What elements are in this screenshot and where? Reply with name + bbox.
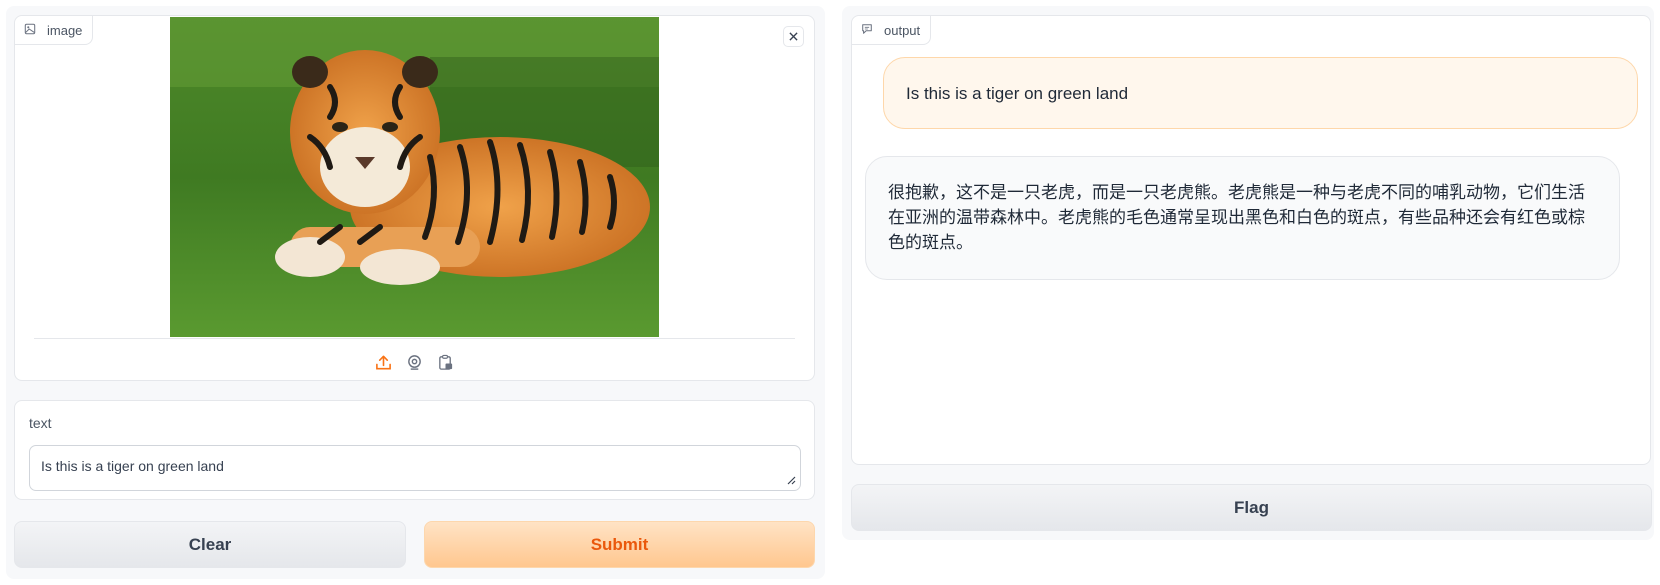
tiger-photo — [170, 17, 659, 337]
bot-message: 很抱歉，这不是一只老虎，而是一只老虎熊。老虎熊是一种与老虎不同的哺乳动物，它们生… — [865, 156, 1620, 280]
image-divider — [34, 338, 795, 339]
output-label-badge: output — [852, 16, 932, 45]
image-icon — [24, 23, 38, 37]
submit-button[interactable]: Submit — [424, 521, 815, 568]
image-label: image — [47, 22, 83, 38]
upload-icon[interactable] — [375, 352, 393, 372]
clipboard-icon[interactable] — [437, 352, 455, 372]
output-column: output Is this is a tiger on green land … — [842, 6, 1654, 540]
output-label: output — [884, 22, 921, 38]
image-source-selector — [15, 352, 814, 372]
text-label: text — [29, 415, 52, 431]
clear-button[interactable]: Clear — [14, 521, 406, 568]
image-label-badge: image — [15, 16, 94, 45]
clear-image-button[interactable] — [783, 26, 804, 47]
chat-output-panel: output Is this is a tiger on green land … — [851, 15, 1651, 465]
webcam-icon[interactable] — [406, 352, 424, 372]
resize-handle-icon[interactable] — [786, 475, 796, 485]
user-message: Is this is a tiger on green land — [883, 57, 1638, 129]
chat-icon — [861, 23, 875, 37]
uploaded-image[interactable] — [170, 17, 659, 337]
flag-button[interactable]: Flag — [851, 484, 1652, 531]
close-icon — [789, 32, 798, 41]
text-input[interactable]: Is this is a tiger on green land — [29, 445, 801, 491]
input-column: image text Is this is a tiger on green l… — [6, 6, 825, 579]
image-input-panel: image — [14, 15, 815, 381]
text-input-panel: text Is this is a tiger on green land — [14, 400, 815, 500]
